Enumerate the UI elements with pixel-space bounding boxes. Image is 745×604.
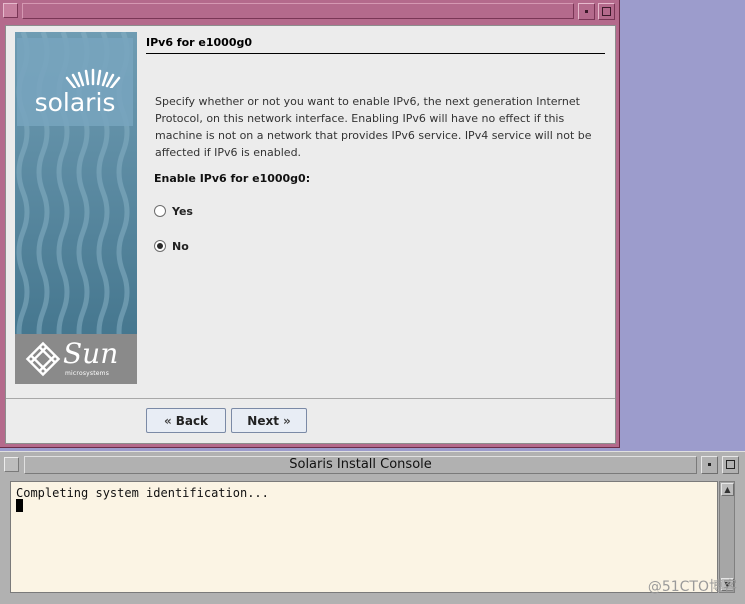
maximize-icon bbox=[726, 460, 735, 469]
next-button-label: Next bbox=[247, 413, 279, 428]
title-divider bbox=[146, 53, 605, 54]
sun-rays-icon bbox=[65, 68, 121, 88]
sun-diamond-icon bbox=[25, 341, 61, 377]
radio-yes[interactable]: Yes bbox=[154, 203, 193, 219]
console-terminal[interactable]: Completing system identification... bbox=[10, 481, 718, 593]
ipv6-prompt: Enable IPv6 for e1000g0: bbox=[154, 172, 311, 185]
back-button-label: Back bbox=[175, 413, 209, 428]
minimize-icon bbox=[585, 10, 588, 13]
solaris-wordmark: solaris bbox=[34, 88, 116, 117]
next-button[interactable]: Next » bbox=[231, 408, 307, 433]
sun-logo: Sun microsystems bbox=[15, 334, 137, 384]
installer-window: solaris Sun microsystems IPv6 for e1000g… bbox=[0, 0, 620, 448]
page-title: IPv6 for e1000g0 bbox=[146, 36, 253, 49]
chevron-double-right-icon: » bbox=[282, 413, 291, 428]
sun-wordmark: Sun bbox=[63, 337, 119, 370]
maximize-button[interactable] bbox=[598, 3, 615, 20]
console-output: Completing system identification... bbox=[16, 486, 269, 500]
maximize-icon bbox=[602, 7, 611, 16]
console-menu-button[interactable] bbox=[4, 457, 19, 472]
radio-icon[interactable] bbox=[154, 205, 166, 217]
watermark: @51CTO博客 bbox=[647, 579, 737, 595]
text-cursor bbox=[16, 499, 23, 512]
radio-no-label[interactable]: No bbox=[172, 240, 189, 253]
titlebar-drag-area[interactable] bbox=[22, 3, 574, 19]
console-titlebar[interactable]: Solaris Install Console bbox=[24, 456, 697, 474]
back-button[interactable]: « Back bbox=[146, 408, 226, 433]
scroll-up-arrow-icon[interactable]: ▲ bbox=[721, 483, 734, 496]
radio-yes-label[interactable]: Yes bbox=[172, 205, 193, 218]
solaris-logo: solaris bbox=[17, 38, 133, 126]
solaris-banner: solaris Sun microsystems bbox=[15, 32, 137, 384]
chevron-double-left-icon: « bbox=[163, 413, 172, 428]
description-text: Specify whether or not you want to enabl… bbox=[155, 95, 592, 159]
microsystems-label: microsystems bbox=[65, 370, 110, 377]
window-menu-button[interactable] bbox=[3, 3, 18, 18]
console-maximize-button[interactable] bbox=[722, 456, 739, 474]
button-bar-divider bbox=[6, 398, 615, 399]
install-console-window: Solaris Install Console Completing syste… bbox=[0, 451, 745, 604]
installer-titlebar[interactable] bbox=[0, 0, 620, 23]
minimize-button[interactable] bbox=[578, 3, 595, 20]
installer-content: solaris Sun microsystems IPv6 for e1000g… bbox=[5, 25, 616, 444]
console-minimize-button[interactable] bbox=[701, 456, 718, 474]
radio-no[interactable]: No bbox=[154, 238, 189, 254]
minimize-icon bbox=[708, 463, 711, 466]
radio-selected-icon[interactable] bbox=[154, 240, 166, 252]
